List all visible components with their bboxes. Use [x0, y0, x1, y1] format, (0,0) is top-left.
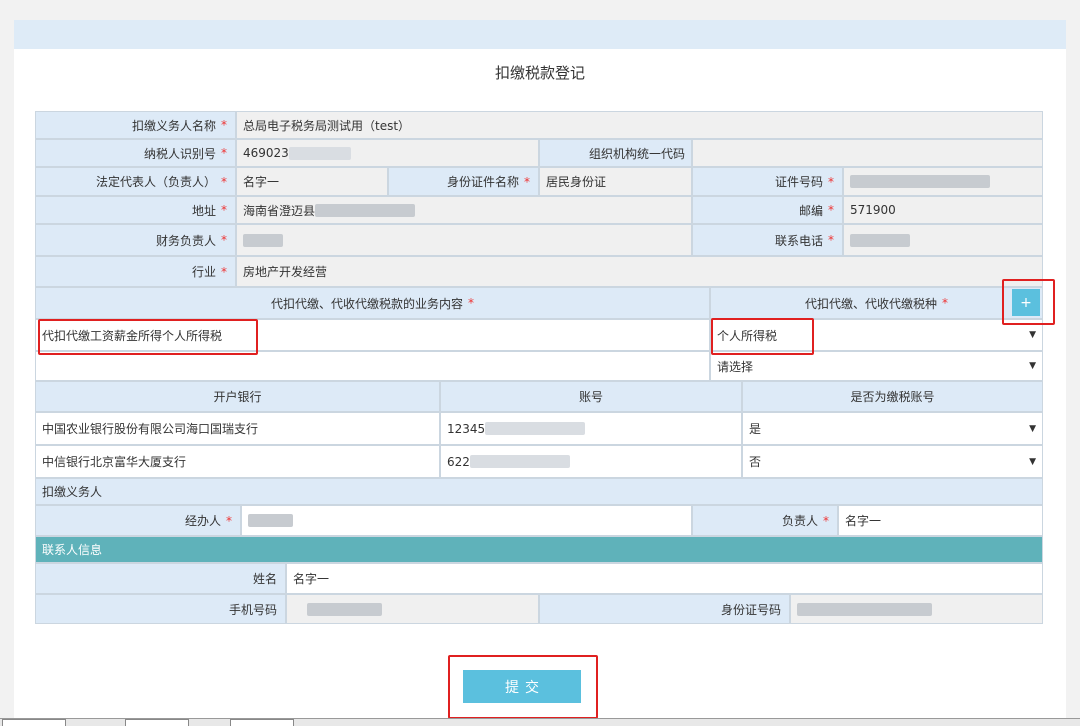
- contact-mobile-field: [286, 594, 539, 624]
- agent-head-input[interactable]: 名字一: [838, 505, 1043, 536]
- field-industry: 房地产开发经营: [236, 256, 1043, 287]
- highlight-business-content: [38, 319, 258, 355]
- highlight-tax-type: [711, 318, 814, 355]
- field-id-type: 居民身份证: [539, 167, 692, 196]
- tax-type-select-2[interactable]: 请选择 ▼: [710, 351, 1043, 381]
- label-id-type: 身份证件名称 *: [388, 167, 539, 196]
- label-id-number: 证件号码 *: [692, 167, 843, 196]
- header-tax-type: 代扣代缴、代收代缴税种 *: [710, 287, 1043, 319]
- caret-down-icon: ▼: [1029, 330, 1036, 340]
- account-number-1: 12345: [440, 412, 742, 445]
- field-phone: [843, 224, 1043, 256]
- field-withholder-name: 总局电子税务局测试用（test）: [236, 111, 1043, 139]
- caret-down-icon: ▼: [1029, 456, 1036, 467]
- is-tax-account-select-2[interactable]: 否 ▼: [742, 445, 1043, 478]
- field-legal-rep: 名字一: [236, 167, 388, 196]
- section-withholding-agent: 扣缴义务人: [35, 478, 1043, 505]
- label-phone: 联系电话 *: [692, 224, 843, 256]
- field-finance-head: [236, 224, 692, 256]
- field-postcode: 571900: [843, 196, 1043, 224]
- contact-name-input[interactable]: 名字一: [286, 563, 1043, 594]
- caret-down-icon: ▼: [1029, 423, 1036, 434]
- is-tax-account-select-1[interactable]: 是 ▼: [742, 412, 1043, 445]
- caret-down-icon: ▼: [1029, 361, 1036, 371]
- page-title: 扣缴税款登记: [494, 64, 585, 82]
- label-handler: 经办人 *: [35, 505, 241, 536]
- highlight-add-button: [1002, 279, 1055, 325]
- handler-input[interactable]: [241, 505, 692, 536]
- header-account: 账号: [440, 381, 742, 412]
- label-org-code: 组织机构统一代码: [539, 139, 692, 167]
- label-withholder-name: 扣缴义务人名称 *: [35, 111, 236, 139]
- label-id-card-number: 身份证号码: [539, 594, 790, 624]
- submit-button[interactable]: 提交: [463, 670, 581, 703]
- label-industry: 行业 *: [35, 256, 236, 287]
- contact-id-card-field: [790, 594, 1043, 624]
- label-address: 地址 *: [35, 196, 236, 224]
- account-number-2: 622: [440, 445, 742, 478]
- top-header-bar: [14, 20, 1066, 49]
- bank-name-2: 中信银行北京富华大厦支行: [35, 445, 440, 478]
- label-legal-rep: 法定代表人（负责人） *: [35, 167, 236, 196]
- label-agent-head: 负责人 *: [692, 505, 838, 536]
- label-contact-name: 姓名: [35, 563, 286, 594]
- label-finance-head: 财务负责人 *: [35, 224, 236, 256]
- field-address: 海南省澄迈县: [236, 196, 692, 224]
- section-contact-info: 联系人信息: [35, 536, 1043, 563]
- header-bank: 开户银行: [35, 381, 440, 412]
- label-mobile: 手机号码: [35, 594, 286, 624]
- header-business-content: 代扣代缴、代收代缴税款的业务内容 *: [35, 287, 710, 319]
- field-id-number: [843, 167, 1043, 196]
- business-content-input-2[interactable]: [35, 351, 710, 381]
- bank-name-1: 中国农业银行股份有限公司海口国瑞支行: [35, 412, 440, 445]
- label-postcode: 邮编 *: [692, 196, 843, 224]
- header-is-tax-account: 是否为缴税账号: [742, 381, 1043, 412]
- field-taxpayer-id: 469023: [236, 139, 539, 167]
- field-org-code: [692, 139, 1043, 167]
- label-taxpayer-id: 纳税人识别号 *: [35, 139, 236, 167]
